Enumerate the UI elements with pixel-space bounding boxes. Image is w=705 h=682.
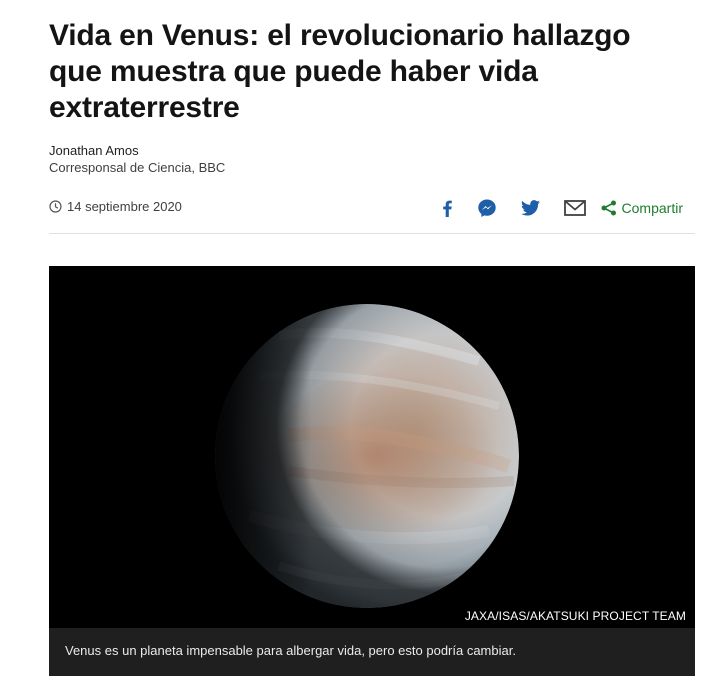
share-facebook-button[interactable] (441, 195, 455, 221)
author-role: Corresponsal de Ciencia, BBC (49, 160, 226, 175)
image-credit: JAXA/ISAS/AKATSUKI PROJECT TEAM (464, 609, 686, 623)
share-email-button[interactable] (563, 195, 587, 221)
divider (49, 233, 695, 234)
messenger-icon (477, 199, 496, 217)
share-more-label: Compartir (621, 200, 683, 216)
meta-row: 14 septiembre 2020 Compartir (49, 195, 695, 221)
publish-date: 14 septiembre 2020 (49, 199, 182, 214)
email-icon (563, 200, 586, 216)
share-tools: Compartir (441, 195, 683, 221)
venus-planet-image (49, 266, 695, 628)
share-twitter-button[interactable] (519, 195, 543, 221)
publish-date-text: 14 septiembre 2020 (67, 199, 182, 214)
image-caption: Venus es un planeta impensable para albe… (49, 628, 695, 676)
share-more-button[interactable]: Compartir (601, 195, 683, 221)
facebook-icon (443, 200, 452, 217)
venus-image (49, 266, 695, 628)
byline: Jonathan Amos Corresponsal de Ciencia, B… (49, 143, 225, 176)
author-name[interactable]: Jonathan Amos (49, 143, 225, 159)
twitter-icon (521, 200, 541, 216)
article-headline: Vida en Venus: el revolucionario hallazg… (49, 19, 631, 124)
image-caption-text: Venus es un planeta impensable para albe… (65, 643, 516, 658)
clock-icon (49, 200, 62, 213)
share-icon (601, 200, 616, 216)
lead-figure: JAXA/ISAS/AKATSUKI PROJECT TEAM Venus es… (49, 266, 695, 676)
share-messenger-button[interactable] (475, 195, 499, 221)
